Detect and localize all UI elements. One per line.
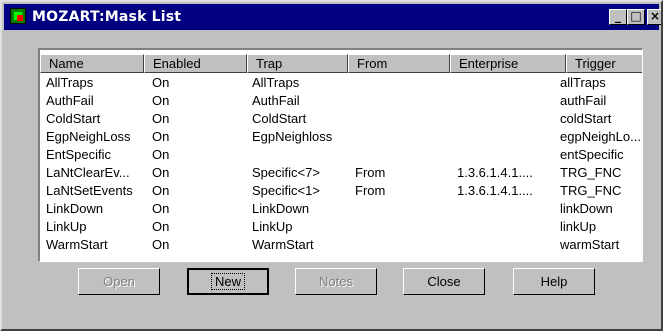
- cell-name: AllTraps: [46, 75, 94, 90]
- cell-enabled: On: [152, 165, 170, 180]
- cell-trap: AllTraps: [252, 75, 300, 90]
- table-row[interactable]: AuthFail On AuthFail authFail: [40, 92, 640, 110]
- cell-trap: EgpNeighloss: [252, 129, 333, 144]
- minimize-icon[interactable]: _: [609, 9, 627, 25]
- table-row[interactable]: LaNtClearEv... On Specific<7> From 1.3.6…: [40, 164, 640, 182]
- new-button[interactable]: New: [187, 268, 269, 295]
- cell-name: LinkDown: [46, 201, 104, 216]
- cell-trap: Specific<7>: [252, 165, 320, 180]
- open-button[interactable]: Open: [78, 268, 160, 295]
- cell-trap: Specific<1>: [252, 183, 320, 198]
- cell-trigger: linkUp: [560, 219, 597, 234]
- cell-name: ColdStart: [46, 111, 101, 126]
- close-button[interactable]: Close: [403, 268, 485, 295]
- mask-list[interactable]: Name Enabled Trap From Enterprise Trigge…: [38, 48, 643, 262]
- column-header-trap[interactable]: Trap: [247, 54, 348, 73]
- cell-trigger: TRG_FNC: [560, 165, 622, 180]
- cell-enabled: On: [152, 237, 170, 252]
- table-row[interactable]: WarmStart On WarmStart warmStart: [40, 236, 640, 254]
- cell-enabled: On: [152, 147, 170, 162]
- cell-enterprise: 1.3.6.1.4.1....: [457, 183, 533, 198]
- table-row[interactable]: ColdStart On ColdStart coldStart: [40, 110, 640, 128]
- cell-trap: WarmStart: [252, 237, 314, 252]
- cell-trigger: allTraps: [560, 75, 606, 90]
- cell-enabled: On: [152, 183, 170, 198]
- column-header-name[interactable]: Name: [40, 54, 144, 73]
- close-icon[interactable]: ×: [647, 9, 661, 25]
- table-row[interactable]: AllTraps On AllTraps allTraps: [40, 74, 640, 92]
- cell-name: EntSpecific: [46, 147, 112, 162]
- table-row[interactable]: LaNtSetEvents On Specific<1> From 1.3.6.…: [40, 182, 640, 200]
- maximize-icon[interactable]: □: [627, 9, 645, 25]
- notes-button[interactable]: Notes: [295, 268, 377, 295]
- cell-name: EgpNeighLoss: [46, 129, 131, 144]
- column-header-from[interactable]: From: [348, 54, 450, 73]
- mask-list-window: MOZART:Mask List _ □ × Name Enabled Trap…: [0, 0, 663, 331]
- column-header-enterprise[interactable]: Enterprise: [450, 54, 566, 73]
- cell-trap: ColdStart: [252, 111, 307, 126]
- cell-trap: LinkDown: [252, 201, 310, 216]
- cell-name: WarmStart: [46, 237, 108, 252]
- column-header-trigger[interactable]: Trigger: [566, 54, 642, 73]
- cell-trigger: linkDown: [560, 201, 613, 216]
- cell-trap: AuthFail: [252, 93, 300, 108]
- window-title: MOZART:Mask List: [32, 9, 182, 25]
- cell-enabled: On: [152, 219, 170, 234]
- table-row[interactable]: LinkUp On LinkUp linkUp: [40, 218, 640, 236]
- cell-trigger: warmStart: [560, 237, 620, 252]
- cell-enabled: On: [152, 201, 170, 216]
- cell-name: LaNtClearEv...: [46, 165, 130, 180]
- cell-from: From: [355, 165, 386, 180]
- cell-name: LinkUp: [46, 219, 87, 234]
- mozart-app-icon[interactable]: [10, 8, 26, 24]
- table-row[interactable]: EntSpecific On entSpecific: [40, 146, 640, 164]
- cell-enterprise: 1.3.6.1.4.1....: [457, 165, 533, 180]
- cell-name: AuthFail: [46, 93, 94, 108]
- table-row[interactable]: LinkDown On LinkDown linkDown: [40, 200, 640, 218]
- cell-enabled: On: [152, 93, 170, 108]
- cell-trigger: coldStart: [560, 111, 612, 126]
- title-bar[interactable]: MOZART:Mask List _ □ ×: [4, 4, 661, 30]
- cell-enabled: On: [152, 129, 170, 144]
- cell-enabled: On: [152, 111, 170, 126]
- help-button[interactable]: Help: [513, 268, 595, 295]
- cell-from: From: [355, 183, 386, 198]
- cell-trigger: egpNeighLo...: [560, 129, 641, 144]
- column-header-enabled[interactable]: Enabled: [144, 54, 247, 73]
- cell-trigger: TRG_FNC: [560, 183, 622, 198]
- cell-trap: LinkUp: [252, 219, 293, 234]
- table-row[interactable]: EgpNeighLoss On EgpNeighloss egpNeighLo.…: [40, 128, 641, 146]
- cell-trigger: authFail: [560, 93, 607, 108]
- cell-enabled: On: [152, 75, 170, 90]
- cell-name: LaNtSetEvents: [46, 183, 133, 198]
- new-button-label: New: [210, 273, 245, 290]
- cell-trigger: entSpecific: [560, 147, 624, 162]
